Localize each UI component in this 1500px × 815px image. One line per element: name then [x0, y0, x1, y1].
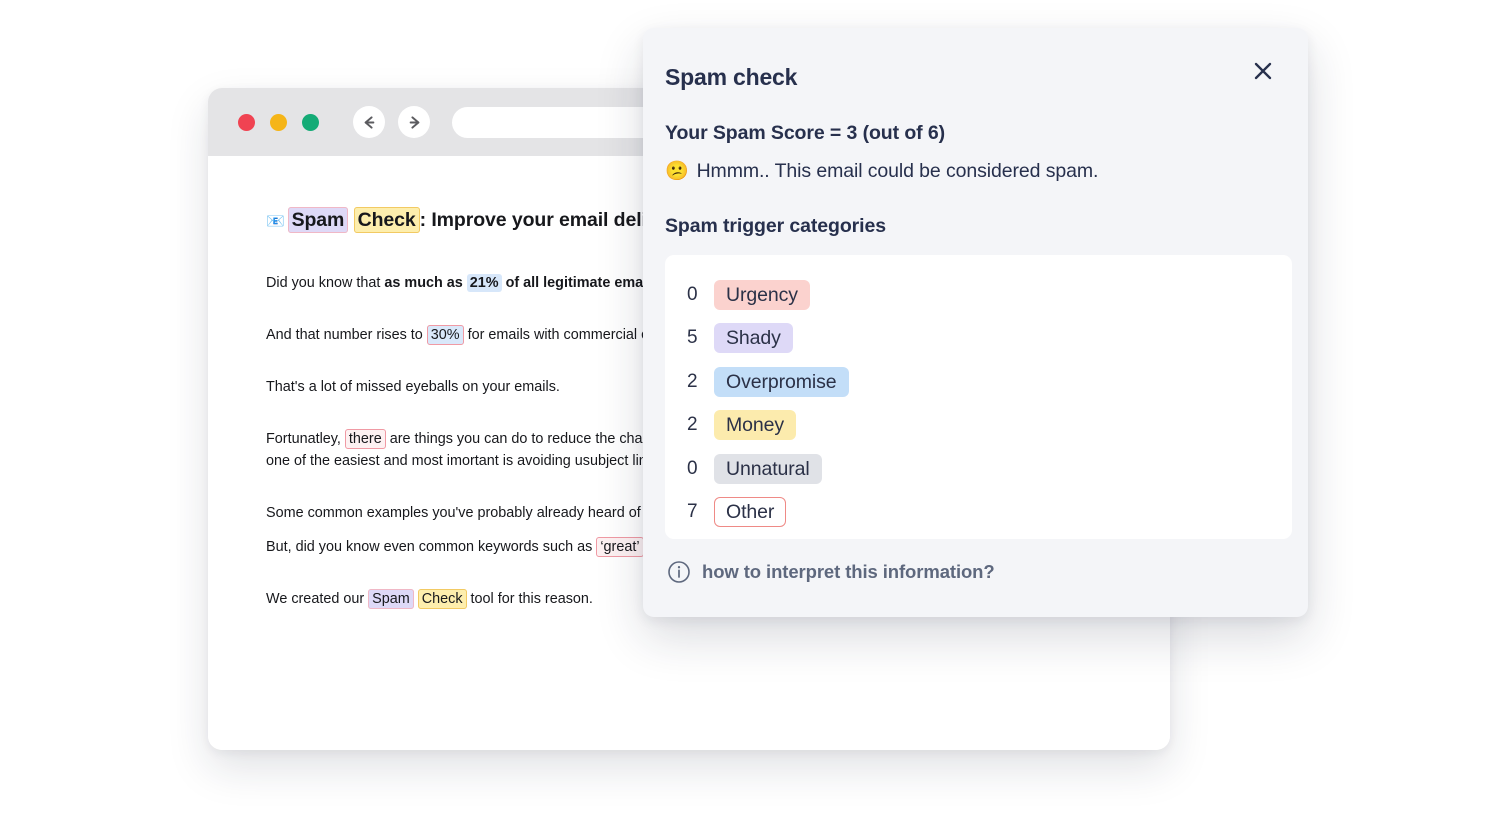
headline-highlight-spam: Spam	[288, 207, 349, 233]
category-badge-shady[interactable]: Shady	[714, 323, 793, 353]
category-count: 2	[687, 371, 699, 393]
p7-text-a: We created our	[266, 591, 368, 607]
confused-face-icon: 😕	[665, 162, 689, 181]
close-window-dot[interactable]	[238, 114, 255, 131]
p7-text-b: tool for this reason.	[467, 591, 593, 607]
headline-highlight-check: Check	[354, 207, 420, 233]
p1-highlight-21pct: 21%	[467, 274, 502, 292]
category-row-overpromise: 2 Overpromise	[687, 360, 1272, 404]
p1-text-b: as much as	[384, 275, 466, 291]
back-button[interactable]	[353, 106, 385, 138]
how-to-interpret-label: how to interpret this information?	[702, 561, 995, 583]
p7-highlight-check: Check	[418, 589, 467, 609]
traffic-lights	[238, 114, 319, 131]
p1-text-a: Did you know that	[266, 275, 384, 291]
p7-highlight-spam: Spam	[368, 589, 414, 609]
p6-highlight-great: ‘great’	[596, 537, 643, 557]
info-circle-icon	[667, 560, 691, 584]
category-count: 0	[687, 458, 699, 480]
screenshot-stage: 📧Spam Check: Improve your email delive D…	[0, 0, 1500, 815]
p6-text-a: But, did you know even common keywords s…	[266, 539, 596, 555]
p2-highlight-30pct: 30%	[427, 325, 464, 345]
category-row-unnatural: 0 Unnatural	[687, 447, 1272, 491]
category-row-other: 7 Other	[687, 491, 1272, 535]
category-count: 0	[687, 284, 699, 306]
p4-text-a: Fortunatley,	[266, 431, 345, 447]
panel-title: Spam check	[665, 64, 797, 91]
category-badge-money[interactable]: Money	[714, 410, 796, 440]
how-to-interpret-link[interactable]: how to interpret this information?	[665, 560, 1278, 584]
maximize-window-dot[interactable]	[302, 114, 319, 131]
category-badge-unnatural[interactable]: Unnatural	[714, 454, 822, 484]
close-icon	[1252, 60, 1274, 82]
section-heading-categories: Spam trigger categories	[665, 215, 1278, 238]
arrow-left-icon	[361, 114, 378, 131]
headline-rest: : Improve your email delive	[420, 209, 669, 231]
category-count: 5	[687, 327, 699, 349]
arrow-right-icon	[406, 114, 423, 131]
envelope-icon: 📧	[266, 213, 285, 230]
spam-check-panel: Spam check Your Spam Score = 3 (out of 6…	[643, 28, 1308, 617]
category-count: 2	[687, 414, 699, 436]
verdict-text: Hmmm.. This email could be considered sp…	[697, 160, 1099, 183]
category-badge-urgency[interactable]: Urgency	[714, 280, 810, 310]
verdict-row: 😕 Hmmm.. This email could be considered …	[665, 160, 1278, 183]
spam-trigger-categories-card: 0 Urgency 5 Shady 2 Overpromise 2 Money …	[665, 255, 1292, 539]
category-row-urgency: 0 Urgency	[687, 273, 1272, 317]
category-row-shady: 5 Shady	[687, 317, 1272, 361]
forward-button[interactable]	[398, 106, 430, 138]
category-row-money: 2 Money	[687, 404, 1272, 448]
p4-highlight-there: there	[345, 429, 386, 449]
category-count: 7	[687, 501, 699, 523]
spam-score-text: Your Spam Score = 3 (out of 6)	[665, 122, 1278, 145]
minimize-window-dot[interactable]	[270, 114, 287, 131]
category-badge-overpromise[interactable]: Overpromise	[714, 367, 849, 397]
category-badge-other[interactable]: Other	[714, 497, 786, 527]
close-button[interactable]	[1248, 56, 1278, 86]
panel-header: Spam check	[665, 56, 1278, 91]
browser-nav-buttons	[353, 106, 430, 138]
p2-text-a: And that number rises to	[266, 327, 427, 343]
